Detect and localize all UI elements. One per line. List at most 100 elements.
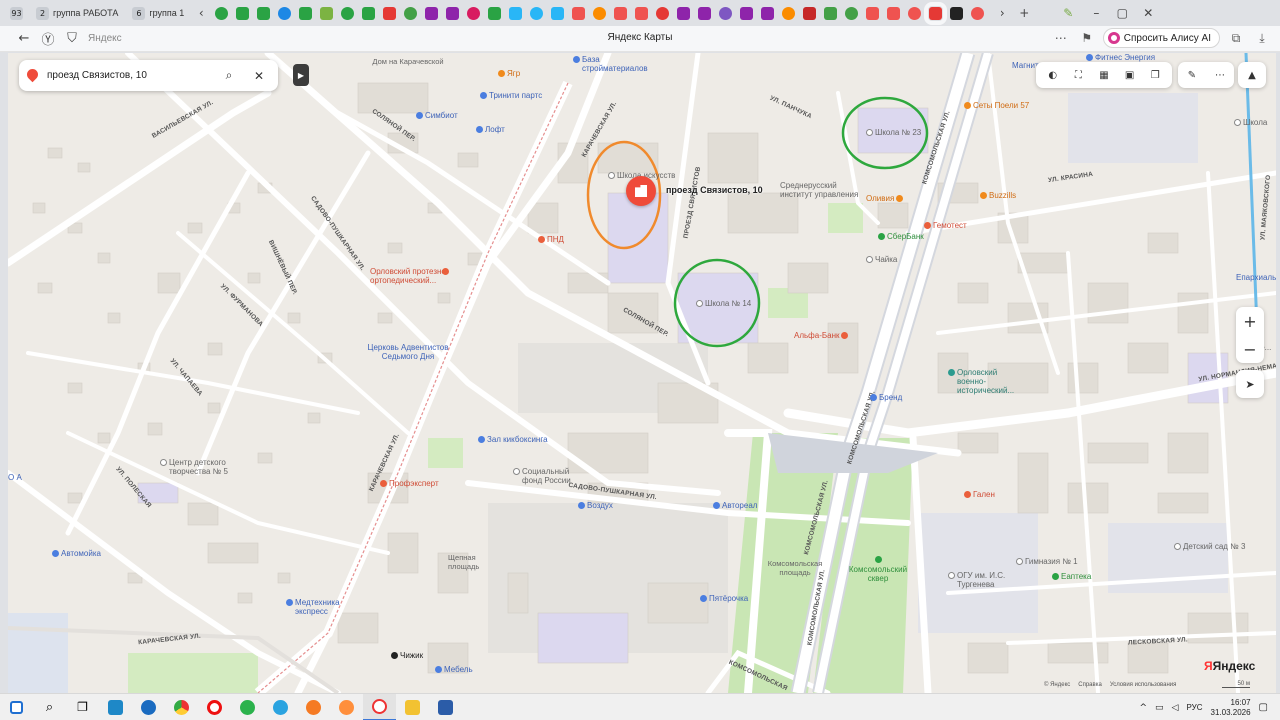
poi-pyaterochka[interactable]: Пятёрочка bbox=[700, 594, 748, 603]
close-window-icon[interactable]: ✕ bbox=[1140, 6, 1156, 20]
poi-baza[interactable]: База стройматериалов bbox=[573, 55, 663, 73]
tab-favicon-icon[interactable] bbox=[887, 6, 901, 20]
map-canvas[interactable]: ВАСИЛЬЕВСКАЯ УЛ. КАРАЧЕВСКАЯ УЛ. КАРАЧЕВ… bbox=[8, 53, 1276, 693]
poi-chayka[interactable]: Чайка bbox=[866, 255, 897, 264]
chevron-left-icon[interactable]: ‹ bbox=[193, 6, 209, 20]
tab-favicon-icon[interactable] bbox=[761, 6, 775, 20]
poi-gymnasium[interactable]: Гимназия № 1 bbox=[1016, 557, 1078, 566]
shield-icon[interactable]: ⛉ bbox=[60, 27, 84, 51]
taskbar-app[interactable] bbox=[198, 694, 231, 720]
taskbar-app-yandex[interactable] bbox=[363, 693, 396, 720]
tab-favicon-icon[interactable] bbox=[572, 6, 586, 20]
taskbar-app[interactable] bbox=[231, 694, 264, 720]
poi-avtoreal[interactable]: Автореал bbox=[713, 501, 757, 510]
task-view[interactable]: ❐ bbox=[66, 694, 99, 720]
locate-me-button[interactable]: ➤ bbox=[1236, 370, 1264, 398]
panorama-icon[interactable]: ⛶ bbox=[1071, 68, 1085, 82]
collapse-panel-button[interactable]: ▶ bbox=[293, 64, 309, 86]
reference-link[interactable]: Справка bbox=[1078, 682, 1102, 688]
download-icon[interactable]: ⤓ bbox=[1252, 31, 1272, 46]
back-icon[interactable]: ← bbox=[12, 27, 36, 51]
more-icon[interactable]: ⋯ bbox=[1213, 68, 1227, 82]
new-tab-icon[interactable]: + bbox=[1016, 6, 1032, 20]
volume-icon[interactable]: ◁ bbox=[1172, 703, 1179, 713]
network-icon[interactable]: ▭ bbox=[1155, 703, 1164, 713]
tab-favicon-icon[interactable] bbox=[614, 6, 628, 20]
tab-group-counter[interactable]: 93 bbox=[6, 3, 27, 23]
poi-medtech[interactable]: Медтехника экспресс bbox=[286, 598, 356, 616]
taskbar-app[interactable] bbox=[429, 694, 462, 720]
terms-link[interactable]: Условия использования bbox=[1110, 682, 1177, 688]
extension-icon[interactable]: ✎ bbox=[1060, 6, 1076, 20]
poi-ogu[interactable]: ОГУ им. И.С. Тургенева bbox=[948, 571, 1023, 589]
target-marker[interactable] bbox=[626, 176, 656, 206]
poi-vozduh[interactable]: Воздух bbox=[578, 501, 613, 510]
chevron-right-icon[interactable]: › bbox=[994, 6, 1010, 20]
maximize-icon[interactable]: ▢ bbox=[1114, 6, 1130, 20]
tab-favicon-icon[interactable] bbox=[924, 1, 948, 25]
search-icon[interactable]: ⌕ bbox=[218, 65, 240, 87]
poi-school14[interactable]: Школа № 14 bbox=[696, 299, 751, 308]
search-input[interactable] bbox=[47, 70, 218, 81]
copyright[interactable]: © Яндекс bbox=[1044, 682, 1070, 688]
tab-favicon-icon[interactable] bbox=[530, 6, 544, 20]
poi-sushi[interactable]: Сеты Поели 57 bbox=[964, 101, 1029, 110]
tab-favicon-icon[interactable] bbox=[740, 6, 754, 20]
tab-favicon-icon[interactable] bbox=[467, 6, 481, 20]
poi-pnd[interactable]: ПНД bbox=[538, 235, 564, 244]
poi-gemotest[interactable]: Гемотест bbox=[924, 221, 967, 230]
tab-favicon-icon[interactable] bbox=[383, 6, 397, 20]
profile-button[interactable]: ▲ bbox=[1238, 62, 1266, 88]
poi-olivia[interactable]: Оливия bbox=[866, 194, 904, 203]
transit-icon[interactable]: ▣ bbox=[1123, 68, 1137, 82]
poi-srednerussky[interactable]: Среднерусский институт управления bbox=[780, 181, 860, 199]
poi-buzzills[interactable]: Buzzills bbox=[980, 191, 1016, 200]
poi-avtomoika[interactable]: Автомойка bbox=[52, 549, 101, 558]
poi-ortoped[interactable]: Орловский протезно-ортопедический... bbox=[370, 267, 460, 285]
poi-kickbox[interactable]: Зал кикбоксинга bbox=[478, 435, 548, 444]
tab-favicon-icon[interactable] bbox=[509, 6, 523, 20]
poi-social[interactable]: Социальный фонд России bbox=[513, 467, 583, 485]
taskbar-app[interactable] bbox=[396, 694, 429, 720]
poi-museum[interactable]: Орловский военно-исторический... bbox=[948, 368, 1028, 395]
traffic-icon[interactable]: ▦ bbox=[1097, 68, 1111, 82]
ruler-icon[interactable]: ✎ bbox=[1185, 68, 1199, 82]
poi-chizhik[interactable]: Чижик bbox=[391, 651, 423, 660]
poi-kindergarten[interactable]: Детский сад № 3 bbox=[1174, 542, 1245, 551]
tab-favicon-icon[interactable] bbox=[908, 6, 922, 20]
taskbar-search[interactable]: ⌕ bbox=[33, 694, 66, 720]
poi-eparchy[interactable]: Епархиальный... bbox=[1236, 273, 1276, 282]
address-host[interactable]: Яндекс bbox=[88, 33, 122, 44]
poi-brand[interactable]: Бренд bbox=[870, 393, 902, 402]
taskbar-app[interactable] bbox=[330, 694, 363, 720]
zoom-out-button[interactable]: − bbox=[1236, 335, 1264, 363]
poi-loft[interactable]: Лофт bbox=[476, 125, 505, 134]
poi-eapteka[interactable]: Еаптека bbox=[1052, 572, 1091, 581]
bookmark-icon[interactable]: ⚑ bbox=[1077, 31, 1097, 45]
start-button[interactable] bbox=[0, 694, 33, 720]
layers-icon[interactable]: ◐ bbox=[1046, 68, 1060, 82]
tab-favicon-icon[interactable] bbox=[656, 6, 670, 20]
tab-favicon-icon[interactable] bbox=[488, 6, 502, 20]
poi-simbiot[interactable]: Симбиот bbox=[416, 111, 458, 120]
poi-triniti[interactable]: Тринити партс bbox=[480, 91, 542, 100]
tab-favicon-icon[interactable] bbox=[446, 6, 460, 20]
tab-favicon-icon[interactable] bbox=[425, 6, 439, 20]
tab-favicon-icon[interactable] bbox=[803, 6, 817, 20]
chevron-up-icon[interactable]: ^ bbox=[1139, 703, 1147, 713]
tab-favicon-icon[interactable] bbox=[593, 6, 607, 20]
poi-left-edge[interactable]: О А bbox=[8, 473, 22, 482]
tab-group-1[interactable]: 6 группа 1 bbox=[127, 3, 189, 23]
tab-favicon-icon[interactable] bbox=[824, 6, 838, 20]
poi-school-right[interactable]: Школа bbox=[1234, 118, 1267, 127]
tab-favicon-icon[interactable] bbox=[635, 6, 649, 20]
tab-favicon-icon[interactable] bbox=[215, 6, 229, 20]
poi-komsomol-skver[interactable]: Комсомольский сквер bbox=[843, 555, 913, 583]
tab-favicon-icon[interactable] bbox=[341, 6, 355, 20]
poi-yagr[interactable]: Ягр bbox=[498, 69, 520, 78]
tab-favicon-icon[interactable] bbox=[320, 6, 334, 20]
target-label[interactable]: проезд Связистов, 10 bbox=[666, 185, 763, 195]
poi-sberbank[interactable]: СберБанк bbox=[878, 232, 924, 241]
translate-icon[interactable]: ⧉ bbox=[1226, 31, 1246, 46]
taskbar-app[interactable] bbox=[264, 694, 297, 720]
